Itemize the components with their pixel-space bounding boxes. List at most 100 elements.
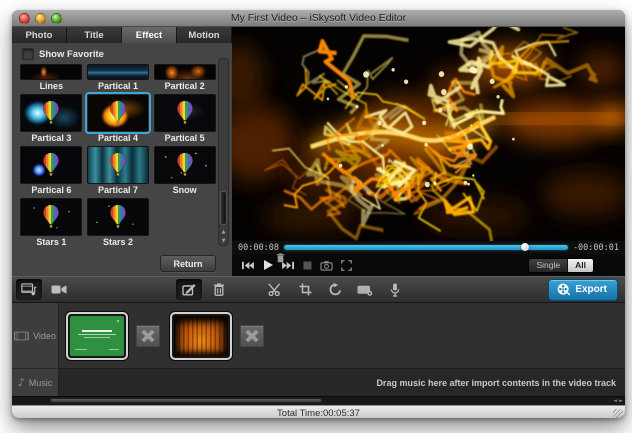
video-label-text: Video: [33, 330, 56, 341]
music-drop-hint: Drag music here after import contents in…: [376, 377, 616, 388]
effect-item: Partical 1: [86, 64, 150, 93]
video-track[interactable]: [59, 303, 625, 369]
effect-thumbnail-snow[interactable]: [153, 146, 216, 184]
play-button[interactable]: [262, 259, 274, 271]
video-preview: [232, 27, 625, 241]
show-favorite-checkbox[interactable]: [22, 48, 34, 60]
timeline-scroll-arrows: ◄ ►: [613, 397, 623, 405]
effect-thumbnail-p2[interactable]: [153, 64, 216, 80]
tab-photo[interactable]: Photo: [12, 27, 67, 43]
music-track[interactable]: Drag music here after import contents in…: [59, 369, 625, 396]
effect-thumbnail-p7[interactable]: [86, 146, 149, 184]
delete-clip-button[interactable]: [206, 279, 232, 300]
video-track-label: Video: [12, 303, 58, 369]
resize-grip[interactable]: [613, 409, 623, 418]
media-library-button[interactable]: [16, 279, 42, 300]
effect-item: Partical 7: [86, 146, 150, 197]
capture-video-button[interactable]: [46, 279, 72, 300]
return-button[interactable]: Return: [160, 255, 216, 272]
effect-name: Lines: [39, 81, 64, 91]
timeline-scrollbar[interactable]: ◄ ►: [12, 396, 625, 405]
track-labels: Video ♪ Music: [12, 303, 59, 396]
playhead-handle[interactable]: [521, 243, 530, 251]
zoom-window-button[interactable]: [51, 13, 62, 24]
effect-thumbnail-p6[interactable]: [20, 146, 83, 184]
scroll-up-icon[interactable]: ▲: [219, 228, 228, 236]
fullscreen-button[interactable]: [341, 259, 352, 271]
record-voiceover-button[interactable]: [382, 279, 408, 300]
transition-placeholder[interactable]: [136, 324, 160, 347]
remove-effect-icon[interactable]: [276, 250, 285, 263]
effect-name: Stars 1: [36, 237, 67, 247]
stop-button[interactable]: [303, 261, 312, 270]
effects-sidebar: Photo Title Effect Motion Show Favorite Lin…: [12, 27, 232, 276]
titlebar: My First Video – iSkysoft Video Editor: [12, 10, 625, 27]
effect-thumbnail-p5[interactable]: [153, 94, 216, 132]
effects-scrollbar-thumb[interactable]: [220, 191, 227, 225]
clip-curtain-scene[interactable]: [170, 311, 232, 360]
effect-name: Partical 1: [97, 81, 138, 91]
minimize-window-button[interactable]: [35, 13, 46, 24]
effect-name: Partical 2: [164, 81, 205, 91]
effects-grid: Lines Partical 1 Partical 2 Partical 3 Parti…: [20, 64, 216, 250]
elapsed-time: 00:00:08: [238, 242, 279, 253]
return-row: Return: [12, 251, 232, 276]
effect-thumbnail-stars1[interactable]: [20, 198, 83, 236]
tab-title[interactable]: Title: [67, 27, 122, 43]
playback-scrubber: 00:00:08 -00:00:01: [232, 241, 625, 263]
split-clip-button[interactable]: [262, 279, 288, 300]
previous-frame-button[interactable]: [241, 260, 254, 271]
seek-bar[interactable]: [283, 243, 568, 251]
filmstrip-icon: [14, 331, 30, 341]
mode-option-single[interactable]: Single: [529, 258, 569, 272]
effect-item: Partical 5: [153, 94, 216, 145]
scroll-down-icon[interactable]: ▼: [219, 237, 228, 245]
effect-name: Partical 5: [164, 133, 205, 143]
effect-name: Partical 6: [31, 185, 72, 195]
crop-clip-button[interactable]: [292, 279, 318, 300]
effect-item: Stars 1: [20, 198, 83, 249]
scroll-right-icon[interactable]: ►: [619, 398, 623, 404]
clip-green-title-slide[interactable]: [66, 311, 128, 360]
effect-thumbnail-p3[interactable]: [20, 94, 83, 132]
tab-motion[interactable]: Motion: [177, 27, 232, 43]
tab-effect[interactable]: Effect: [122, 27, 177, 43]
clip-settings-button[interactable]: [352, 279, 378, 300]
playback-controls: Single All: [232, 254, 625, 276]
effect-thumbnail-p1[interactable]: [86, 64, 149, 80]
effect-thumbnail-lines[interactable]: [20, 64, 83, 80]
snapshot-button[interactable]: [320, 260, 333, 271]
main-content: Photo Title Effect Motion Show Favorite Lin…: [12, 27, 625, 276]
edit-clip-button[interactable]: [176, 279, 202, 300]
video-camera-icon: [51, 284, 67, 295]
total-time-text: Total Time:00:05:37: [277, 408, 360, 418]
effect-thumbnail-p4[interactable]: [86, 94, 149, 132]
page: My First Video – iSkysoft Video Editor P…: [0, 0, 632, 433]
transition-placeholder[interactable]: [240, 324, 264, 347]
preview-frame-art: [232, 27, 625, 241]
export-button[interactable]: Export: [548, 278, 618, 301]
mode-option-all[interactable]: All: [568, 258, 593, 272]
timeline-scrollbar-thumb[interactable]: [50, 398, 322, 403]
clip-thumbnail: [174, 315, 228, 356]
effect-thumbnail-stars2[interactable]: [86, 198, 149, 236]
crop-icon: [299, 283, 312, 296]
scroll-left-icon[interactable]: ◄: [613, 398, 617, 404]
effects-scrollbar[interactable]: ▲ ▼: [218, 58, 229, 246]
window-controls: [19, 13, 62, 24]
film-settings-icon: [357, 284, 373, 296]
music-note-icon: ♪: [17, 376, 25, 389]
effect-item: Partical 3: [20, 94, 83, 145]
balloon-graphic: [43, 152, 60, 176]
effect-name: Partical 4: [97, 133, 138, 143]
category-tabs: Photo Title Effect Motion: [12, 27, 232, 43]
close-window-button[interactable]: [19, 13, 30, 24]
balloon-graphic: [110, 152, 126, 176]
balloon-graphic: [43, 204, 60, 228]
remaining-time: -00:00:01: [572, 242, 619, 253]
rotate-clip-button[interactable]: [322, 279, 348, 300]
play-icon: [262, 259, 274, 271]
timeline: Video ♪ Music Drag music here after impo…: [12, 303, 625, 396]
music-label-text: Music: [28, 377, 53, 388]
tracks: Drag music here after import contents in…: [59, 303, 625, 396]
